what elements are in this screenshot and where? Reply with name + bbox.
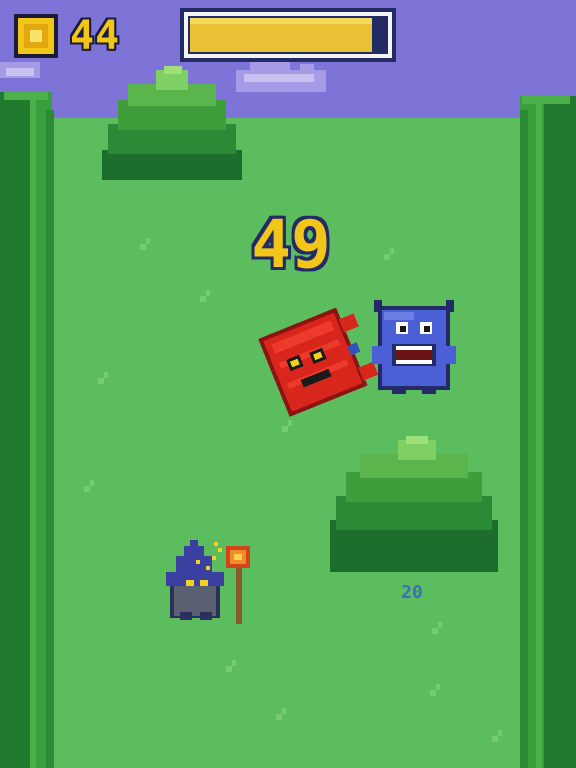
- energy-bar: [180, 8, 396, 62]
- right-hedge: [520, 96, 576, 768]
- left-hedge: [0, 92, 54, 768]
- coin-count: 44: [70, 13, 121, 59]
- floating-points: 20: [401, 582, 423, 603]
- score-display: 49: [251, 206, 331, 283]
- blue-monster: [372, 300, 456, 394]
- coin-icon: [14, 14, 58, 58]
- game-scene: [0, 0, 576, 768]
